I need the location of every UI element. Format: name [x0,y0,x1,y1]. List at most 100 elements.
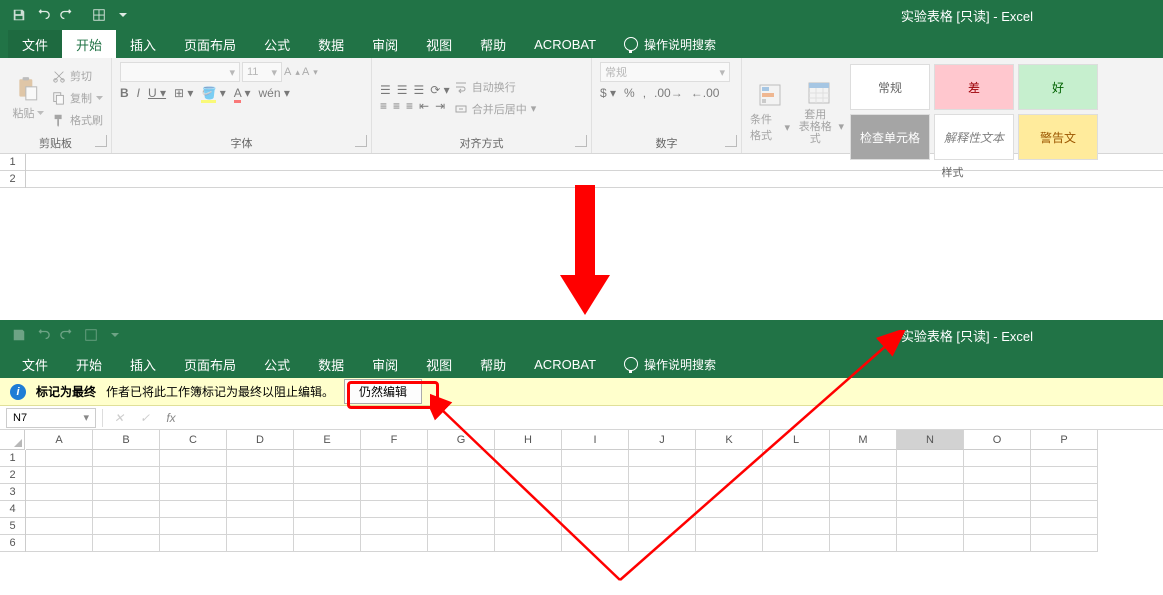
undo-icon[interactable] [32,324,54,346]
col-header[interactable]: B [93,430,160,450]
col-header[interactable]: H [495,430,562,450]
tab-home[interactable]: 开始 [62,30,116,58]
tab-review[interactable]: 审阅 [358,30,412,58]
dialog-launcher-icon[interactable] [355,135,367,147]
grid-cell[interactable] [964,484,1031,501]
col-header[interactable]: E [294,430,361,450]
grid-cell[interactable] [361,535,428,552]
tab-pagelayout[interactable]: 页面布局 [170,350,250,378]
grid-cell[interactable] [495,450,562,467]
grid-cell[interactable] [428,467,495,484]
row-header[interactable]: 4 [0,501,25,518]
grid-cell[interactable] [562,535,629,552]
increase-font-icon[interactable]: A▴ [284,62,300,82]
grid-cell[interactable] [964,518,1031,535]
grid-cell[interactable] [830,484,897,501]
grid-cell[interactable] [160,484,227,501]
grid-cell[interactable] [830,501,897,518]
grid-cell[interactable] [294,450,361,467]
tab-file[interactable]: 文件 [8,30,62,58]
grid-cell[interactable] [763,484,830,501]
grid-cell[interactable] [1031,467,1098,484]
tab-insert[interactable]: 插入 [116,30,170,58]
tab-data[interactable]: 数据 [304,350,358,378]
grid-cell[interactable] [93,535,160,552]
grid-cell[interactable] [428,450,495,467]
align-top-icon[interactable]: ☰ [380,83,391,97]
grid-cell[interactable] [830,535,897,552]
grid-cell[interactable] [26,484,93,501]
grid-cell[interactable] [696,450,763,467]
dialog-launcher-icon[interactable] [95,135,107,147]
row-header[interactable]: 6 [0,535,25,552]
grid-cell[interactable] [26,450,93,467]
tell-me-search[interactable]: 操作说明搜索 [610,350,730,378]
grid-cell[interactable] [897,484,964,501]
copy-button[interactable]: 复制 [52,88,103,108]
grid-cell[interactable] [897,467,964,484]
grid-cell[interactable] [93,501,160,518]
col-header[interactable]: N [897,430,964,450]
tab-insert[interactable]: 插入 [116,350,170,378]
grid-cell[interactable] [562,450,629,467]
save-icon[interactable] [8,4,30,26]
undo-icon[interactable] [32,4,54,26]
align-center-icon[interactable]: ≡ [393,99,400,113]
grid-cell[interactable] [428,518,495,535]
tab-review[interactable]: 审阅 [358,350,412,378]
fx-icon[interactable]: fx [161,408,181,428]
grid-cell[interactable] [160,535,227,552]
grid-cell[interactable] [562,501,629,518]
style-bad[interactable]: 差 [934,64,1014,110]
grid-cell[interactable] [763,518,830,535]
align-bottom-icon[interactable]: ☰ [414,83,425,97]
grid-cell[interactable] [763,467,830,484]
cancel-icon[interactable]: ✕ [109,408,129,428]
tab-acrobat[interactable]: ACROBAT [520,350,610,378]
dialog-launcher-icon[interactable] [575,135,587,147]
tab-data[interactable]: 数据 [304,30,358,58]
grid-cell[interactable] [696,484,763,501]
borders-icon[interactable] [88,4,110,26]
format-painter-button[interactable]: 格式刷 [52,110,103,130]
edit-anyway-button[interactable]: 仍然编辑 [344,379,422,404]
grid-cell[interactable] [696,518,763,535]
col-header[interactable]: C [160,430,227,450]
grid-cell[interactable] [964,467,1031,484]
grid-cell[interactable] [830,467,897,484]
row-header[interactable]: 5 [0,518,25,535]
table-format-button[interactable]: 套用 表格格式 ▾ [794,62,844,162]
grid-cell[interactable] [93,484,160,501]
grid-cell[interactable] [361,484,428,501]
increase-decimal-icon[interactable]: .00→ [654,86,683,100]
grid-cell[interactable] [428,484,495,501]
grid-cell[interactable] [495,518,562,535]
grid-cell[interactable] [830,518,897,535]
enter-icon[interactable]: ✓ [135,408,155,428]
col-header[interactable]: J [629,430,696,450]
tab-help[interactable]: 帮助 [466,350,520,378]
grid-cell[interactable] [629,535,696,552]
accounting-button[interactable]: $ ▾ [600,86,616,100]
grid-cell[interactable] [26,535,93,552]
grid-cell[interactable] [1031,484,1098,501]
style-good[interactable]: 好 [1018,64,1098,110]
number-format-combo[interactable]: 常规▾ [600,62,730,82]
font-color-button[interactable]: A ▾ [234,86,251,100]
grid-cell[interactable] [227,484,294,501]
tab-acrobat[interactable]: ACROBAT [520,30,610,58]
grid-cell[interactable] [160,450,227,467]
tab-help[interactable]: 帮助 [466,30,520,58]
phonetic-button[interactable]: wén ▾ [258,86,289,100]
border-button[interactable]: ⊞ ▾ [174,86,193,100]
font-size-combo[interactable]: 11▾ [242,62,282,82]
grid-cell[interactable] [1031,450,1098,467]
save-icon[interactable] [8,324,30,346]
grid-cell[interactable] [964,535,1031,552]
conditional-format-button[interactable]: 条件格式 ▾ [750,62,790,162]
grid-cell[interactable] [629,501,696,518]
grid-cell[interactable] [562,484,629,501]
grid-cell[interactable] [495,484,562,501]
tab-formulas[interactable]: 公式 [250,30,304,58]
grid-cell[interactable] [227,518,294,535]
